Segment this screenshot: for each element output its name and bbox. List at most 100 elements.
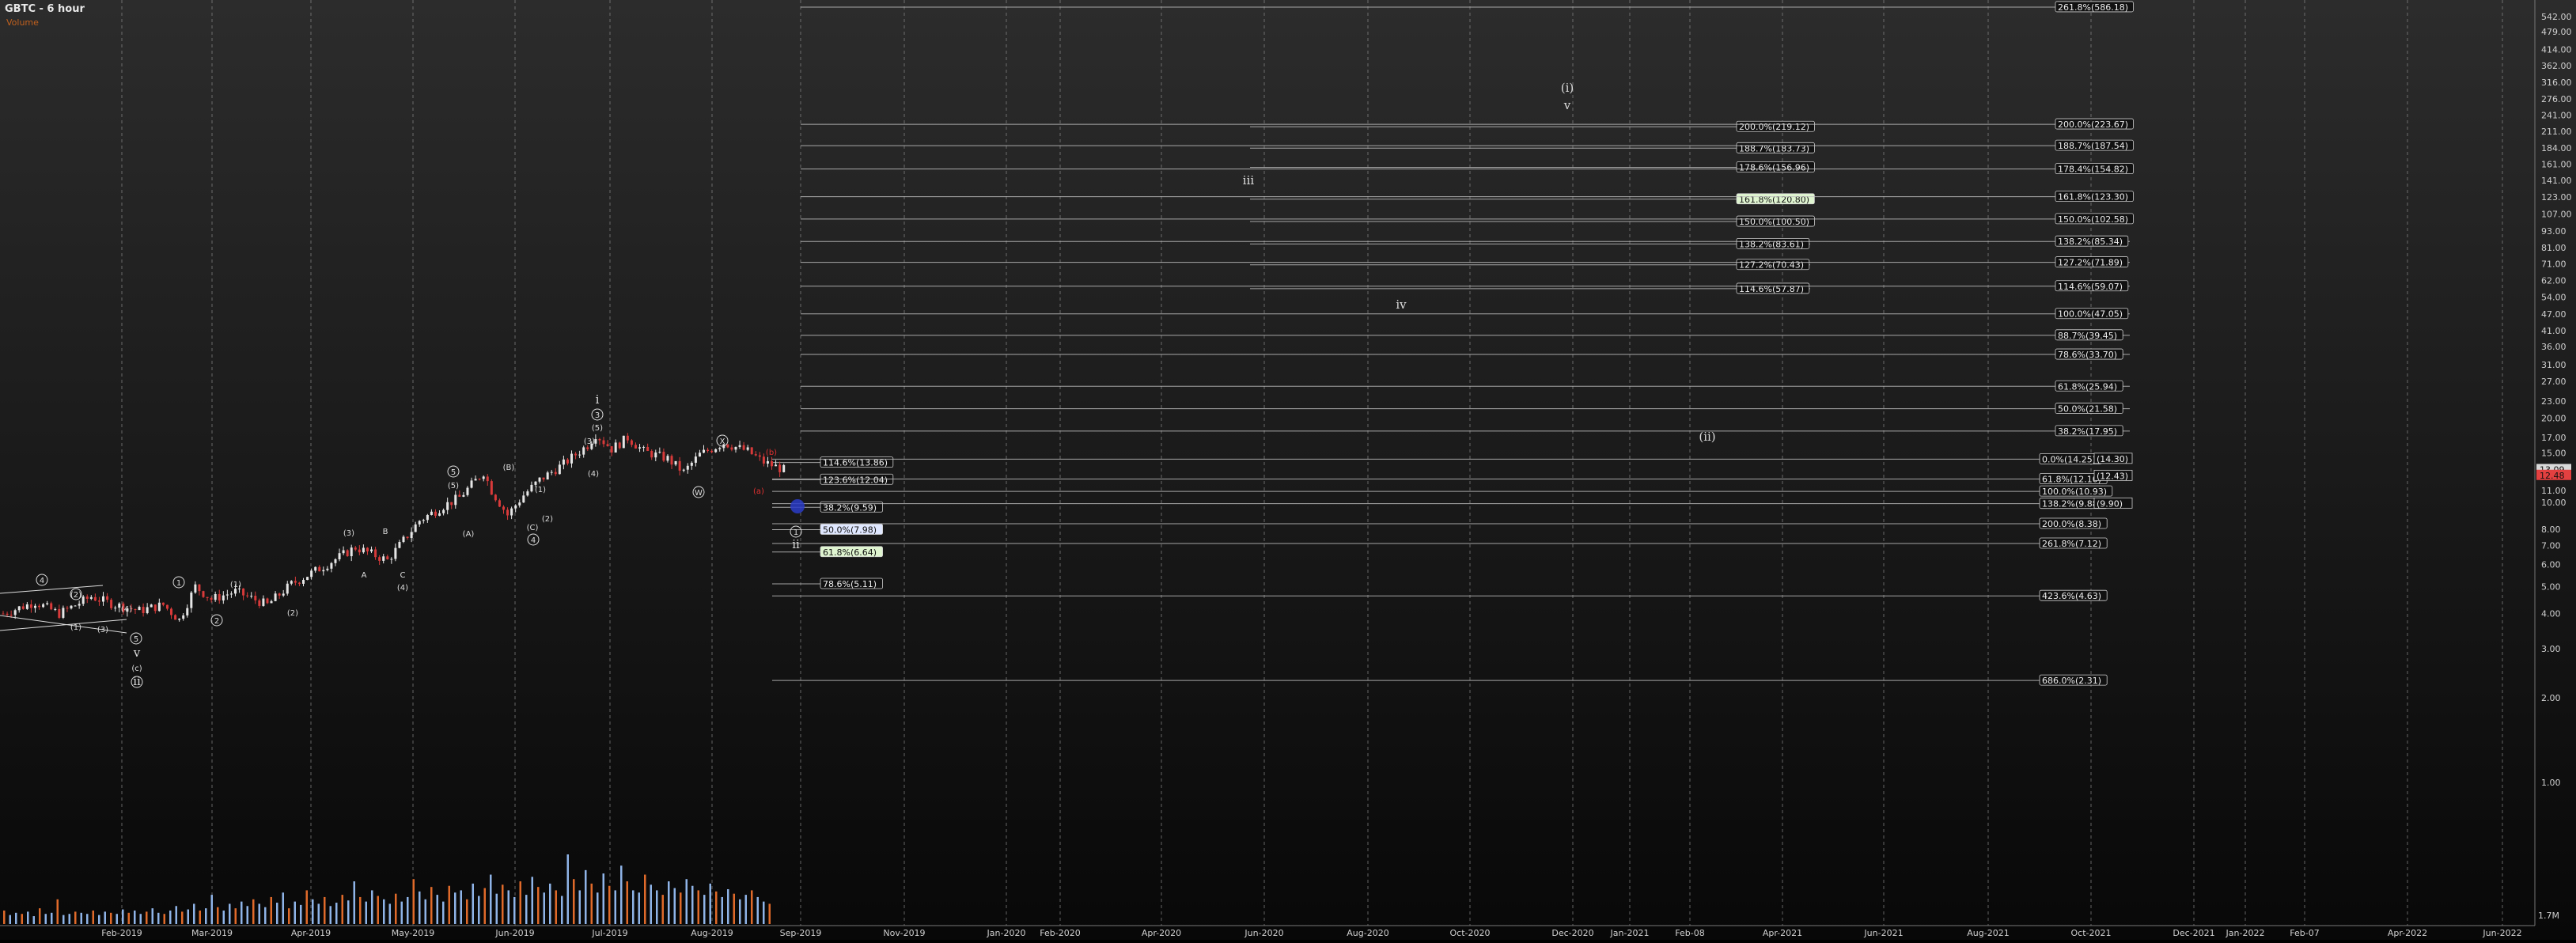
candle-body [161,602,165,605]
wave-label: (c) [131,665,142,673]
candle-body [550,472,553,473]
volume-bar [430,887,433,924]
wave-label: 3 [595,411,600,420]
candle-body [290,581,293,584]
candle-body [734,446,737,450]
candle-body [558,464,561,475]
volume-bar [98,915,100,924]
volume-bar [110,912,112,924]
candle-body [266,598,269,604]
volume-bar [163,914,165,924]
wave-label: ii [133,674,141,688]
y-tick-label: 17.00 [2541,433,2567,443]
candle-body [414,524,417,532]
candle-body [714,449,718,453]
wave-label: (a) [753,487,764,496]
candle-body [218,594,221,601]
candle-body [582,447,585,455]
volume-bar [51,912,53,924]
y-tick-label: 41.00 [2541,326,2567,336]
volume-bar [217,907,219,924]
volume-bar [727,889,729,924]
wave-label: (1) [535,486,546,494]
volume-bar [116,914,118,924]
chart-title: GBTC - 6 hour [5,3,85,15]
volume-bar [44,914,47,924]
chart-svg[interactable]: 114.6%(13.86)123.6%(12.04)38.2%(9.59)50.… [0,0,2576,940]
candle-body [562,459,565,465]
candle-body [50,603,53,610]
wave-label: 2 [214,617,219,626]
volume-bar [258,903,260,924]
candle-body [342,550,345,554]
candle-body [150,604,153,608]
candle-body [626,435,629,441]
candle-body [574,453,578,456]
y-tick-label: 3.00 [2541,644,2561,654]
y-tick-label: 276.00 [2541,94,2572,104]
fib-level-label: 123.6%(12.04) [823,475,888,485]
volume-bar [590,883,593,924]
price-tag-label: 12.48 [2540,471,2565,481]
candle-body [654,452,657,458]
volume-bar [32,916,35,924]
fib-level-label: 161.8%(120.80) [1739,195,1809,205]
candle-body [430,511,433,515]
candle-body [358,549,361,553]
volume-bar [549,883,551,924]
candle-body [466,487,469,495]
candle-body [182,615,185,619]
volume-bar [21,914,23,924]
candle-body [494,494,497,501]
fib-level-label: 61.8%(6.64) [823,547,877,558]
candle-body [775,464,778,467]
volume-bar [181,911,184,924]
volume-bar [578,890,581,924]
candle-body [233,589,237,594]
candle-body [322,570,325,572]
candle-body [186,608,189,615]
volume-bar [134,910,136,924]
x-tick-label: Jun-2021 [1863,928,1903,938]
y-tick-label: 31.00 [2541,360,2567,370]
y-tick-label: 7.00 [2541,541,2561,551]
candle-body [438,513,441,516]
y-tick-label: 6.00 [2541,559,2561,570]
candle-body [190,593,193,608]
candle-body [42,604,45,608]
wave-label: (C) [527,524,539,532]
volume-bar [602,873,604,924]
candle-body [297,582,301,584]
volume-bar [312,899,314,924]
fib-level-label: 200.0%(8.38) [2042,519,2101,529]
volume-readout: 1.7M [2538,911,2559,921]
x-tick-label: Feb-2019 [101,928,142,938]
candle-body [174,615,177,620]
fib-level-label: 61.8%(25.94) [2058,381,2117,392]
wave-label: iii [1243,173,1255,187]
candle-body [58,608,61,618]
volume-bar [234,908,237,924]
chart-area[interactable]: 114.6%(13.86) 123.6%(12.04) 38.2%(9.59) 50.… [0,0,2576,940]
candle-body [17,606,21,611]
candle-body [74,605,77,607]
fib-level-label: 138.2%(85.34) [2058,237,2123,247]
wave-label: W [695,489,703,498]
candle-body [750,447,753,455]
x-tick-label: Mar-2019 [191,928,233,938]
candle-body [506,509,510,516]
volume-bar [721,896,723,924]
candle-body [170,608,173,615]
fib-level-label: 38.2%(9.59) [823,502,877,513]
volume-bar [199,910,201,924]
candle-body [710,450,714,453]
x-tick-label: Apr-2022 [2388,928,2427,938]
candle-body [498,500,501,507]
candle-body [294,581,297,583]
candle-body [554,472,557,475]
volume-bar [205,908,207,924]
candle-body [610,446,613,453]
volume-bar [525,895,528,924]
candle-body [354,547,357,550]
volume-bar [282,892,284,924]
